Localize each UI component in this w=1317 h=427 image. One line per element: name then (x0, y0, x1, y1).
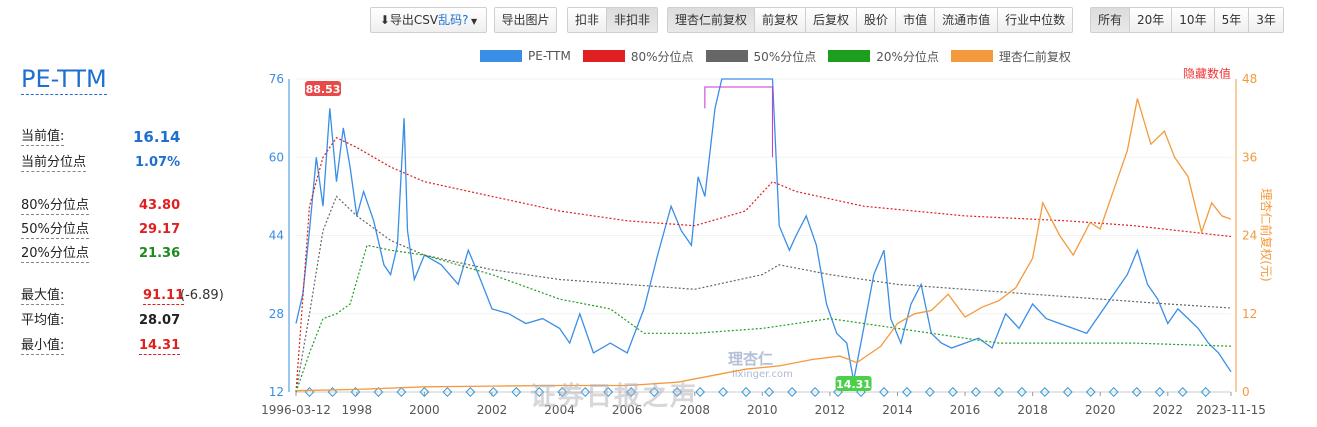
lixinger-watermark-logo: 理杏仁 (728, 350, 774, 368)
pe-ttm-chart: 12 28 44 60 76 0 12 24 36 48 理杏仁前复权(元) 1996-03-12 19… (261, 72, 1274, 417)
pe-ttm-line (295, 78, 1232, 381)
x-tick-label: 2000 (409, 403, 440, 417)
x-tick-label: 2014 (882, 403, 913, 417)
y-left-tick-label: 12 (269, 385, 284, 399)
y-right-tick-label: 24 (1242, 229, 1257, 243)
y-left-tick-label: 44 (269, 229, 284, 243)
x-tick-label: 2002 (477, 403, 508, 417)
x-tick-label: 2012 (815, 403, 846, 417)
max-badge-label: 88.53 (306, 83, 341, 96)
x-tick-label: 1996-03-12 (261, 403, 331, 417)
y-right-tick-label: 48 (1242, 72, 1257, 86)
x-tick-label: 2022 (1153, 403, 1184, 417)
x-tick-label: 2020 (1085, 403, 1116, 417)
lixinger-watermark-url: lixinger.com (732, 369, 793, 380)
x-tick-label: 2016 (950, 403, 981, 417)
y-left-tick-label: 60 (269, 150, 284, 164)
weibo-watermark: 证券日报之声 (530, 382, 699, 412)
y-left-tick-label: 76 (269, 72, 284, 86)
x-tick-label: 2023-11-15 (1196, 403, 1266, 417)
y-right-tick-label: 36 (1242, 150, 1257, 164)
y-right-tick-label: 0 (1242, 385, 1250, 399)
x-tick-label: 2018 (1017, 403, 1048, 417)
y-left-tick-label: 28 (269, 307, 284, 321)
price-line (295, 98, 1232, 392)
x-tick-label: 1998 (342, 403, 373, 417)
x-tick-label: 2010 (747, 403, 778, 417)
y-right-axis-label: 理杏仁前复权(元) (1259, 188, 1274, 281)
clipped-peak-marker (704, 86, 773, 158)
min-badge-label: 14.31 (836, 378, 871, 391)
y-right-tick-label: 12 (1242, 307, 1257, 321)
